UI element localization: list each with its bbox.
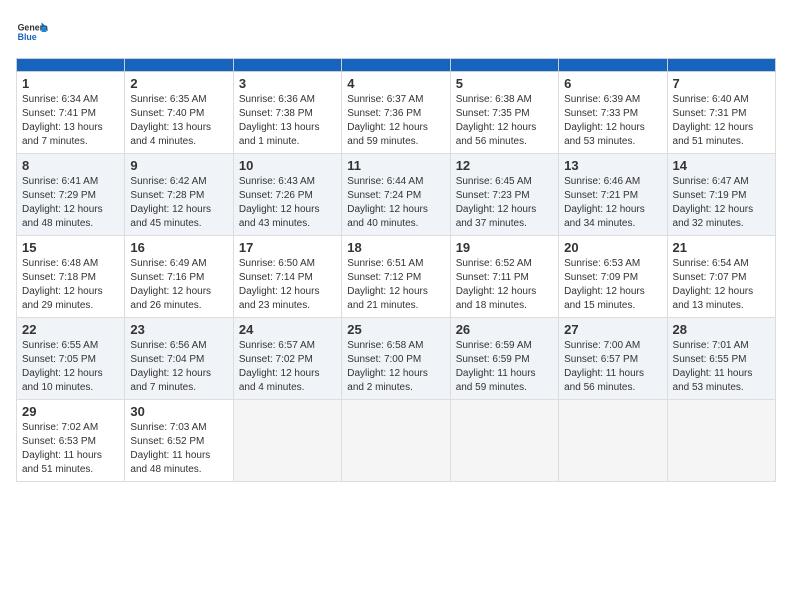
col-wednesday [342, 59, 450, 72]
week-row-2: 8Sunrise: 6:41 AMSunset: 7:29 PMDaylight… [17, 154, 776, 236]
logo-icon: General Blue [16, 16, 48, 48]
col-saturday [667, 59, 775, 72]
col-thursday [450, 59, 558, 72]
day-25: 25Sunrise: 6:58 AMSunset: 7:00 PMDayligh… [342, 318, 450, 400]
day-14: 14Sunrise: 6:47 AMSunset: 7:19 PMDayligh… [667, 154, 775, 236]
day-5: 5Sunrise: 6:38 AMSunset: 7:35 PMDaylight… [450, 72, 558, 154]
day-22: 22Sunrise: 6:55 AMSunset: 7:05 PMDayligh… [17, 318, 125, 400]
day-28: 28Sunrise: 7:01 AMSunset: 6:55 PMDayligh… [667, 318, 775, 400]
day-26: 26Sunrise: 6:59 AMSunset: 6:59 PMDayligh… [450, 318, 558, 400]
week-row-4: 22Sunrise: 6:55 AMSunset: 7:05 PMDayligh… [17, 318, 776, 400]
col-tuesday [233, 59, 341, 72]
week-row-1: 1Sunrise: 6:34 AMSunset: 7:41 PMDaylight… [17, 72, 776, 154]
day-18: 18Sunrise: 6:51 AMSunset: 7:12 PMDayligh… [342, 236, 450, 318]
week-row-3: 15Sunrise: 6:48 AMSunset: 7:18 PMDayligh… [17, 236, 776, 318]
day-16: 16Sunrise: 6:49 AMSunset: 7:16 PMDayligh… [125, 236, 233, 318]
day-29: 29Sunrise: 7:02 AMSunset: 6:53 PMDayligh… [17, 400, 125, 482]
page-header: General Blue [16, 16, 776, 48]
day-3: 3Sunrise: 6:36 AMSunset: 7:38 PMDaylight… [233, 72, 341, 154]
day-20: 20Sunrise: 6:53 AMSunset: 7:09 PMDayligh… [559, 236, 667, 318]
header-row [17, 59, 776, 72]
empty-cell [667, 400, 775, 482]
day-30: 30Sunrise: 7:03 AMSunset: 6:52 PMDayligh… [125, 400, 233, 482]
day-12: 12Sunrise: 6:45 AMSunset: 7:23 PMDayligh… [450, 154, 558, 236]
day-4: 4Sunrise: 6:37 AMSunset: 7:36 PMDaylight… [342, 72, 450, 154]
day-21: 21Sunrise: 6:54 AMSunset: 7:07 PMDayligh… [667, 236, 775, 318]
day-24: 24Sunrise: 6:57 AMSunset: 7:02 PMDayligh… [233, 318, 341, 400]
svg-text:Blue: Blue [18, 32, 37, 42]
day-23: 23Sunrise: 6:56 AMSunset: 7:04 PMDayligh… [125, 318, 233, 400]
day-19: 19Sunrise: 6:52 AMSunset: 7:11 PMDayligh… [450, 236, 558, 318]
empty-cell [342, 400, 450, 482]
empty-cell [559, 400, 667, 482]
day-15: 15Sunrise: 6:48 AMSunset: 7:18 PMDayligh… [17, 236, 125, 318]
week-row-5: 29Sunrise: 7:02 AMSunset: 6:53 PMDayligh… [17, 400, 776, 482]
day-1: 1Sunrise: 6:34 AMSunset: 7:41 PMDaylight… [17, 72, 125, 154]
empty-cell [450, 400, 558, 482]
day-9: 9Sunrise: 6:42 AMSunset: 7:28 PMDaylight… [125, 154, 233, 236]
day-13: 13Sunrise: 6:46 AMSunset: 7:21 PMDayligh… [559, 154, 667, 236]
day-27: 27Sunrise: 7:00 AMSunset: 6:57 PMDayligh… [559, 318, 667, 400]
day-7: 7Sunrise: 6:40 AMSunset: 7:31 PMDaylight… [667, 72, 775, 154]
logo: General Blue [16, 16, 52, 48]
empty-cell [233, 400, 341, 482]
calendar-table: 1Sunrise: 6:34 AMSunset: 7:41 PMDaylight… [16, 58, 776, 482]
day-11: 11Sunrise: 6:44 AMSunset: 7:24 PMDayligh… [342, 154, 450, 236]
day-8: 8Sunrise: 6:41 AMSunset: 7:29 PMDaylight… [17, 154, 125, 236]
day-10: 10Sunrise: 6:43 AMSunset: 7:26 PMDayligh… [233, 154, 341, 236]
col-monday [125, 59, 233, 72]
day-2: 2Sunrise: 6:35 AMSunset: 7:40 PMDaylight… [125, 72, 233, 154]
col-sunday [17, 59, 125, 72]
day-6: 6Sunrise: 6:39 AMSunset: 7:33 PMDaylight… [559, 72, 667, 154]
col-friday [559, 59, 667, 72]
day-17: 17Sunrise: 6:50 AMSunset: 7:14 PMDayligh… [233, 236, 341, 318]
